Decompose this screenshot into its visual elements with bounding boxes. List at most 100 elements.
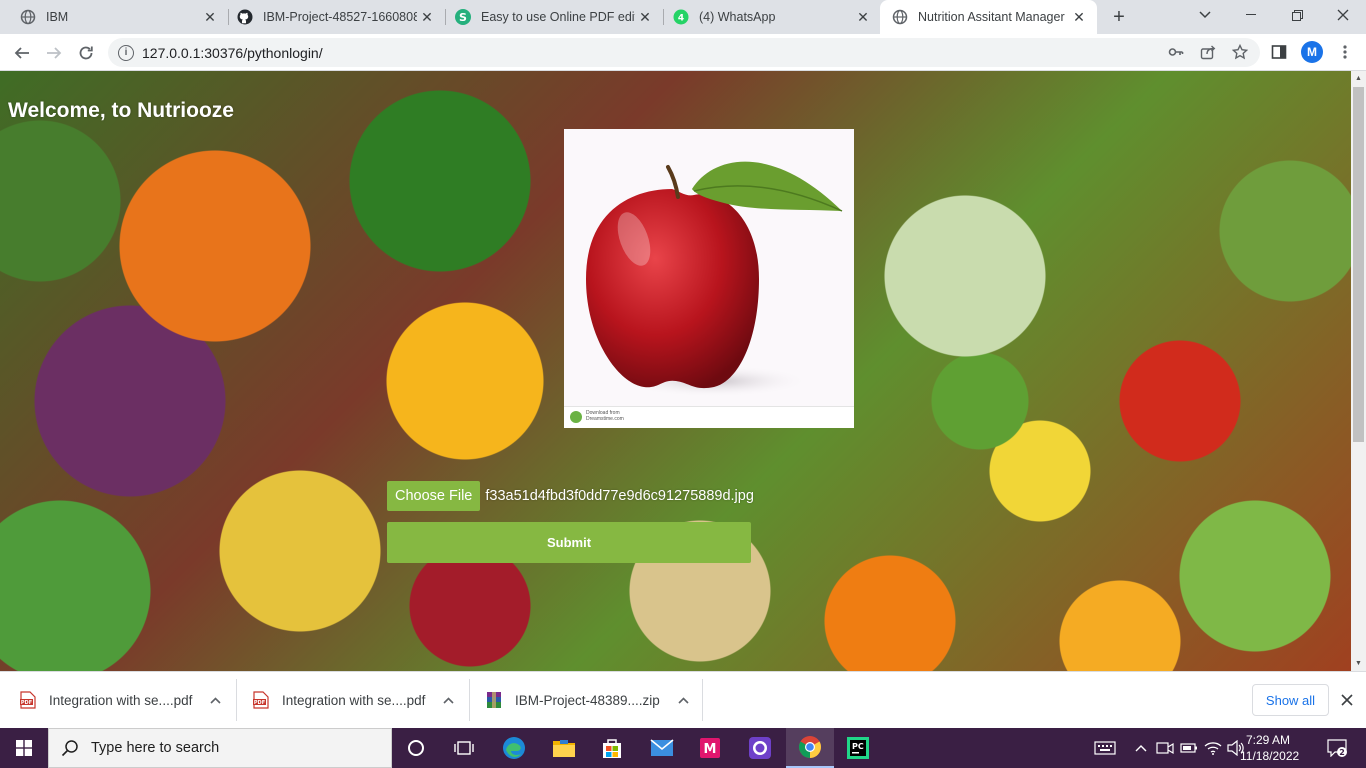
- taskbar-clock[interactable]: 7:29 AM 11/18/2022: [1240, 732, 1300, 764]
- file-explorer-icon[interactable]: [540, 728, 588, 768]
- tab-title: (4) WhatsApp: [699, 10, 776, 24]
- svg-text:PDF: PDF: [21, 700, 32, 706]
- notification-center-icon[interactable]: 2: [1320, 728, 1354, 768]
- tab-title: IBM: [46, 10, 69, 24]
- globe-icon: [20, 9, 36, 25]
- battery-icon[interactable]: [1179, 728, 1199, 768]
- taskbar-search-input[interactable]: Type here to search: [48, 728, 392, 768]
- close-icon[interactable]: ✕: [853, 7, 873, 27]
- side-panel-icon[interactable]: [1269, 42, 1289, 62]
- chevron-up-icon[interactable]: [1132, 728, 1150, 768]
- tab-whatsapp[interactable]: 4 (4) WhatsApp ✕: [653, 0, 881, 34]
- pdf-icon: PDF: [253, 691, 269, 709]
- show-all-downloads-button[interactable]: Show all: [1252, 684, 1329, 716]
- meet-now-icon[interactable]: [1155, 728, 1175, 768]
- keyboard-icon[interactable]: [1092, 728, 1118, 768]
- vegetable-background: Welcome, to Nutriooze Download from Drea…: [0, 71, 1351, 671]
- clock-date: 11/18/2022: [1240, 749, 1300, 763]
- menu-kebab-icon[interactable]: [1335, 42, 1355, 62]
- choose-file-button[interactable]: Choose File: [387, 481, 481, 511]
- sejda-icon: S: [455, 9, 471, 25]
- minimize-button[interactable]: [1228, 0, 1274, 30]
- back-button[interactable]: [8, 39, 36, 67]
- close-icon[interactable]: ✕: [1069, 7, 1089, 27]
- tab-github-project[interactable]: IBM-Project-48527-1660808… ✕: [217, 0, 445, 34]
- scroll-down-arrow-icon[interactable]: ▼: [1351, 656, 1366, 671]
- search-placeholder: Type here to search: [91, 740, 220, 756]
- reload-button[interactable]: [72, 39, 100, 67]
- cortana-icon[interactable]: [392, 728, 440, 768]
- pycharm-icon[interactable]: PC: [834, 728, 882, 768]
- selected-file-name: f33a51d4fbd3f0dd77e9d6c91275889d.jpg: [485, 488, 754, 504]
- file-upload-field: Choose File f33a51d4fbd3f0dd77e9d6c91275…: [387, 481, 754, 511]
- clock-time: 7:29 AM: [1245, 733, 1291, 747]
- watermark-text: Download from Dreamstime.com: [586, 410, 624, 422]
- svg-text:PDF: PDF: [254, 700, 265, 706]
- tab-title: Nutrition Assitant Manager: [918, 10, 1065, 24]
- restore-button[interactable]: [1274, 0, 1320, 30]
- close-icon[interactable]: ✕: [635, 7, 655, 27]
- share-icon[interactable]: [1198, 42, 1218, 62]
- svg-text:PC: PC: [852, 742, 864, 751]
- uploaded-image-preview: Download from Dreamstime.com: [564, 129, 854, 428]
- address-bar[interactable]: i 127.0.0.1:30376/pythonlogin/: [108, 38, 1260, 67]
- scroll-thumb[interactable]: [1353, 87, 1364, 442]
- scroll-up-arrow-icon[interactable]: ▲: [1351, 71, 1366, 86]
- notification-count: 2: [1339, 748, 1345, 757]
- tab-title: IBM-Project-48527-1660808…: [263, 10, 417, 24]
- whatsapp-icon: 4: [673, 9, 689, 25]
- windows-logo-icon: [16, 740, 32, 756]
- windows-start-button[interactable]: [0, 728, 48, 768]
- page-scrollbar[interactable]: ▲ ▼: [1351, 71, 1366, 671]
- mail-icon[interactable]: [638, 728, 686, 768]
- svg-text:M: M: [704, 742, 717, 757]
- profile-avatar[interactable]: M: [1301, 41, 1323, 63]
- edge-icon[interactable]: [490, 728, 538, 768]
- tab-search-button[interactable]: [1182, 0, 1228, 30]
- image-watermark-footer: Download from Dreamstime.com: [564, 406, 854, 428]
- url-text[interactable]: 127.0.0.1:30376/pythonlogin/: [142, 45, 323, 61]
- submit-button[interactable]: Submit: [387, 522, 751, 563]
- close-icon[interactable]: ✕: [417, 7, 437, 27]
- download-item[interactable]: IBM-Project-48389....zip: [466, 680, 702, 720]
- page-title: Welcome, to Nutriooze: [8, 99, 234, 122]
- chevron-up-icon[interactable]: [678, 693, 689, 707]
- chevron-up-icon[interactable]: [443, 693, 454, 707]
- tab-pdf-editor[interactable]: S Easy to use Online PDF edito… ✕: [435, 0, 663, 34]
- globe-icon: [892, 9, 908, 25]
- task-view-icon[interactable]: [440, 728, 488, 768]
- wifi-icon[interactable]: [1203, 728, 1223, 768]
- tab-ibm[interactable]: IBM ✕: [0, 0, 228, 34]
- tab-title: Easy to use Online PDF edito…: [481, 10, 635, 24]
- new-tab-button[interactable]: +: [1108, 6, 1130, 28]
- download-item[interactable]: PDF Integration with se....pdf: [0, 680, 236, 720]
- download-file-name: Integration with se....pdf: [49, 692, 193, 708]
- chrome-icon[interactable]: [786, 728, 834, 768]
- svg-text:4: 4: [678, 14, 684, 24]
- bookmark-star-icon[interactable]: [1230, 42, 1250, 62]
- download-item[interactable]: PDF Integration with se....pdf: [233, 680, 469, 720]
- close-shelf-icon[interactable]: [1337, 690, 1357, 710]
- github-desktop-icon[interactable]: [736, 728, 784, 768]
- dreamstime-logo-icon: [570, 411, 582, 423]
- chevron-up-icon[interactable]: [210, 693, 221, 707]
- search-icon: [61, 739, 79, 757]
- pdf-icon: PDF: [20, 691, 36, 709]
- browser-toolbar: i 127.0.0.1:30376/pythonlogin/ M: [0, 34, 1366, 71]
- tab-nutrition-assistant[interactable]: Nutrition Assitant Manager ✕: [880, 0, 1097, 34]
- download-shelf: PDF Integration with se....pdf PDF Integ…: [0, 671, 1366, 728]
- download-file-name: IBM-Project-48389....zip: [515, 692, 660, 708]
- windows-taskbar: Type here to search M PC 7:29 AM 11/18/2…: [0, 728, 1366, 768]
- apple-image: [586, 161, 843, 397]
- forward-button[interactable]: [40, 39, 68, 67]
- browser-tab-strip: IBM ✕ IBM-Project-48527-1660808… ✕ S Eas…: [0, 0, 1366, 34]
- key-icon[interactable]: [1166, 42, 1186, 62]
- shelf-divider: [702, 679, 703, 721]
- close-window-button[interactable]: [1320, 0, 1366, 30]
- site-info-icon[interactable]: i: [118, 44, 134, 61]
- svg-text:S: S: [459, 11, 467, 24]
- mcafee-icon[interactable]: M: [686, 728, 734, 768]
- download-file-name: Integration with se....pdf: [282, 692, 426, 708]
- zip-icon: [486, 691, 502, 709]
- microsoft-store-icon[interactable]: [588, 728, 636, 768]
